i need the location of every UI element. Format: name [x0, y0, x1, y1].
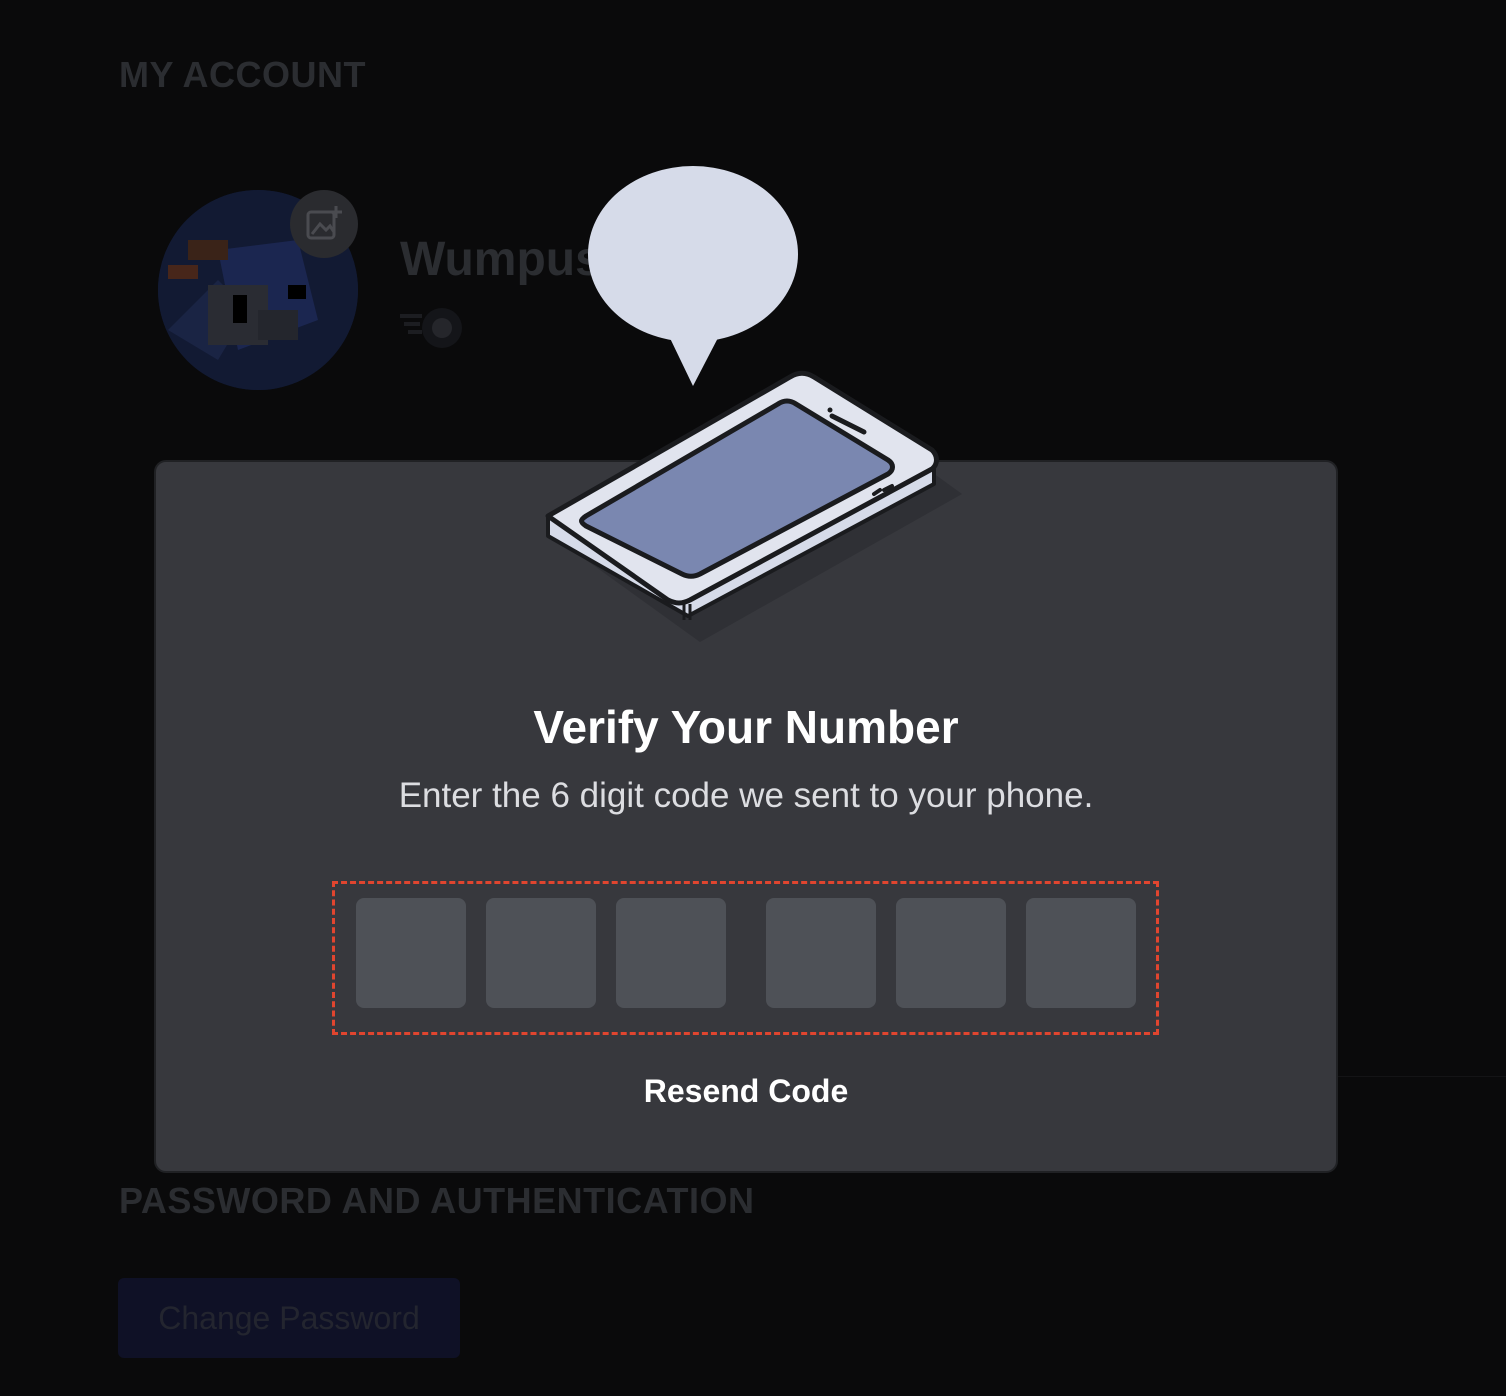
- code-digit-input-1[interactable]: [356, 898, 466, 1008]
- phone-with-speech-bubble-icon: [545, 166, 962, 642]
- code-digit-input-3[interactable]: [616, 898, 726, 1008]
- modal-title: Verify Your Number: [533, 701, 959, 753]
- code-digit-input-2[interactable]: [486, 898, 596, 1008]
- change-password-button[interactable]: Change Password: [118, 1278, 460, 1358]
- section-title-password-auth: PASSWORD AND AUTHENTICATION: [119, 1180, 755, 1221]
- code-digit-input-6[interactable]: [1026, 898, 1136, 1008]
- add-image-icon: [306, 206, 342, 240]
- modal-subtitle: Enter the 6 digit code we sent to your p…: [398, 776, 1094, 815]
- resend-code-link[interactable]: Resend Code: [154, 1073, 1338, 1110]
- divider: [1338, 1076, 1506, 1077]
- code-digit-input-4[interactable]: [766, 898, 876, 1008]
- account-settings-page: MY ACCOUNT Wumpus PASSWORD AND AUTHENTIC…: [0, 0, 1506, 1396]
- nitro-badge-icon: [400, 308, 462, 348]
- change-avatar-button[interactable]: [290, 190, 358, 258]
- code-digit-input-5[interactable]: [896, 898, 1006, 1008]
- section-title-my-account: MY ACCOUNT: [119, 54, 366, 95]
